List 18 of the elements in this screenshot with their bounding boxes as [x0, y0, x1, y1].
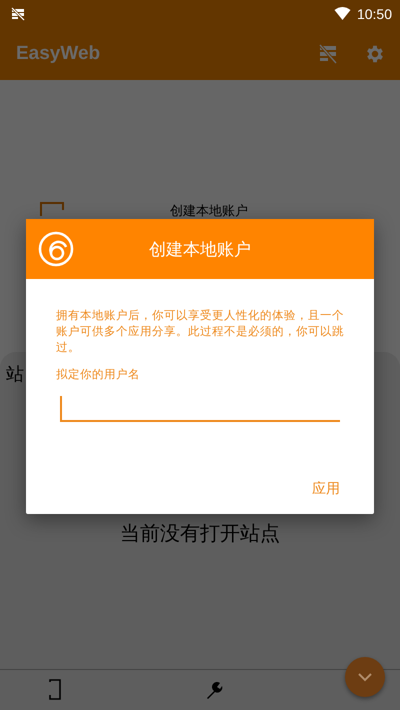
empty-message: 当前没有打开站点: [120, 520, 280, 547]
dialog-message: 拥有本地账户后，你可以享受更人性化的体验，且一个账户可供多个应用分享。此过程不是必须的，你可以跳过。: [56, 307, 344, 355]
settings-icon[interactable]: [364, 43, 386, 65]
menu-item-label: 创建本地账户: [170, 203, 248, 220]
expand-button[interactable]: [345, 657, 385, 697]
username-field[interactable]: [60, 394, 340, 422]
app-title: EasyWeb: [16, 43, 100, 65]
dialog-title: 创建本地账户: [148, 238, 252, 260]
server-off-icon: [10, 6, 26, 22]
server-off-icon[interactable]: [318, 44, 338, 64]
chevron-down-icon: [357, 672, 373, 682]
wifi-icon: [334, 7, 351, 21]
field-label: 拟定你的用户名: [56, 367, 141, 382]
sheet-label: 站: [6, 363, 24, 386]
wrench-icon[interactable]: [205, 681, 223, 699]
logo-icon: [38, 231, 74, 267]
clock: 10:50: [356, 6, 392, 22]
apply-button[interactable]: 应用: [308, 476, 344, 502]
